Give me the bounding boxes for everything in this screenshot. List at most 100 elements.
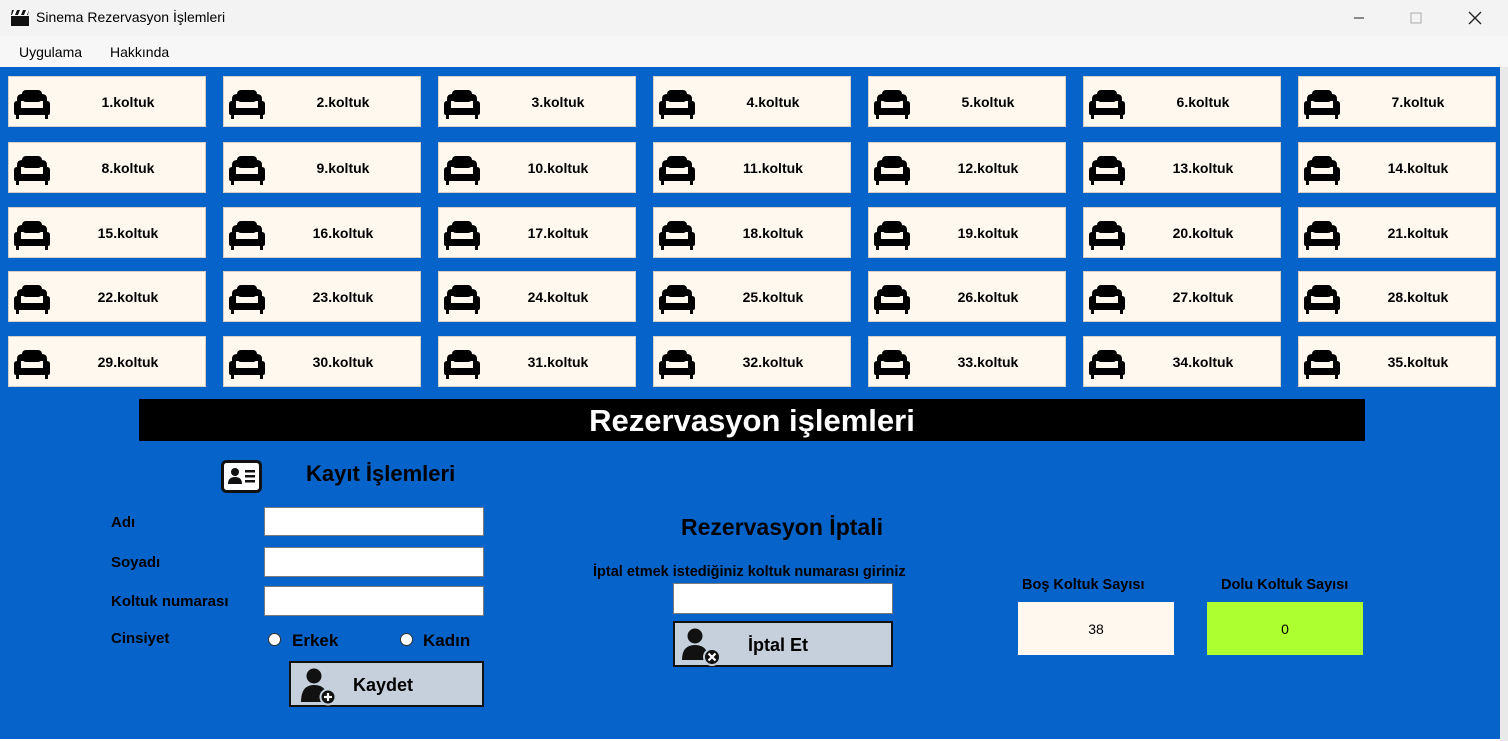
- iptal-prompt: İptal etmek istediğiniz koltuk numarası …: [593, 564, 906, 580]
- seat-button[interactable]: 16.koltuk: [223, 207, 421, 258]
- seat-button[interactable]: 28.koltuk: [1298, 271, 1496, 322]
- seat-button[interactable]: 34.koltuk: [1083, 336, 1281, 387]
- seat-label: 27.koltuk: [1172, 289, 1234, 305]
- armchair-icon: [229, 156, 265, 185]
- bos-koltuk-label: Boş Koltuk Sayısı: [1022, 577, 1145, 593]
- kaydet-button[interactable]: Kaydet: [289, 661, 484, 707]
- seat-label: 28.koltuk: [1387, 289, 1449, 305]
- soyad-field[interactable]: [264, 547, 484, 577]
- menu-hakkinda[interactable]: Hakkında: [110, 44, 169, 60]
- armchair-icon: [1089, 90, 1125, 119]
- armchair-icon: [874, 156, 910, 185]
- seat-label: 4.koltuk: [746, 94, 800, 110]
- seat-button[interactable]: 18.koltuk: [653, 207, 851, 258]
- maximize-button[interactable]: [1393, 0, 1439, 36]
- armchair-icon: [14, 350, 50, 379]
- armchair-icon: [1089, 156, 1125, 185]
- maximize-icon: [1410, 12, 1422, 24]
- erkek-radio[interactable]: [268, 633, 281, 646]
- seat-button[interactable]: 5.koltuk: [868, 76, 1066, 127]
- seat-button[interactable]: 13.koltuk: [1083, 142, 1281, 193]
- iptal-et-button[interactable]: İptal Et: [673, 621, 893, 667]
- minimize-button[interactable]: [1336, 0, 1382, 36]
- menu-uygulama[interactable]: Uygulama: [19, 44, 82, 60]
- iptal-koltuk-field[interactable]: [673, 583, 893, 614]
- seat-label: 10.koltuk: [527, 160, 589, 176]
- erkek-label[interactable]: Erkek: [292, 631, 338, 651]
- seat-label: 5.koltuk: [961, 94, 1015, 110]
- armchair-icon: [14, 156, 50, 185]
- armchair-icon: [1304, 285, 1340, 314]
- seat-button[interactable]: 29.koltuk: [8, 336, 206, 387]
- koltuk-numarasi-field[interactable]: [264, 586, 484, 616]
- seat-button[interactable]: 9.koltuk: [223, 142, 421, 193]
- seat-label: 23.koltuk: [312, 289, 374, 305]
- id-card-icon: [221, 460, 262, 493]
- seat-button[interactable]: 6.koltuk: [1083, 76, 1281, 127]
- seat-label: 14.koltuk: [1387, 160, 1449, 176]
- seat-button[interactable]: 24.koltuk: [438, 271, 636, 322]
- seat-button[interactable]: 32.koltuk: [653, 336, 851, 387]
- seat-label: 26.koltuk: [957, 289, 1019, 305]
- kadin-radio[interactable]: [400, 633, 413, 646]
- seat-button[interactable]: 12.koltuk: [868, 142, 1066, 193]
- dolu-koltuk-label: Dolu Koltuk Sayısı: [1221, 577, 1349, 593]
- armchair-icon: [874, 90, 910, 119]
- menu-bar: Uygulama Hakkında: [0, 36, 1508, 67]
- section-banner: Rezervasyon işlemleri: [139, 399, 1365, 441]
- clapperboard-icon: [11, 10, 29, 26]
- armchair-icon: [444, 350, 480, 379]
- seat-label: 11.koltuk: [743, 160, 803, 176]
- ad-label: Adı: [111, 514, 136, 531]
- seat-button[interactable]: 11.koltuk: [653, 142, 851, 193]
- armchair-icon: [1304, 221, 1340, 250]
- kayit-title: Kayıt İşlemleri: [306, 461, 456, 486]
- seat-button[interactable]: 21.koltuk: [1298, 207, 1496, 258]
- seat-label: 7.koltuk: [1391, 94, 1445, 110]
- armchair-icon: [444, 90, 480, 119]
- seat-label: 12.koltuk: [957, 160, 1019, 176]
- seat-button[interactable]: 30.koltuk: [223, 336, 421, 387]
- armchair-icon: [444, 285, 480, 314]
- soyad-label: Soyadı: [111, 554, 161, 571]
- seat-button[interactable]: 23.koltuk: [223, 271, 421, 322]
- seat-button[interactable]: 35.koltuk: [1298, 336, 1496, 387]
- seat-button[interactable]: 7.koltuk: [1298, 76, 1496, 127]
- seat-button[interactable]: 8.koltuk: [8, 142, 206, 193]
- armchair-icon: [1089, 221, 1125, 250]
- armchair-icon: [1304, 156, 1340, 185]
- seat-button[interactable]: 2.koltuk: [223, 76, 421, 127]
- seat-button[interactable]: 33.koltuk: [868, 336, 1066, 387]
- kadin-label[interactable]: Kadın: [423, 631, 470, 651]
- seat-button[interactable]: 15.koltuk: [8, 207, 206, 258]
- seat-button[interactable]: 10.koltuk: [438, 142, 636, 193]
- seat-label: 15.koltuk: [97, 225, 159, 241]
- seat-button[interactable]: 14.koltuk: [1298, 142, 1496, 193]
- seat-button[interactable]: 20.koltuk: [1083, 207, 1281, 258]
- seat-label: 30.koltuk: [312, 354, 374, 370]
- armchair-icon: [444, 221, 480, 250]
- armchair-icon: [874, 350, 910, 379]
- seat-label: 6.koltuk: [1176, 94, 1230, 110]
- seat-button[interactable]: 19.koltuk: [868, 207, 1066, 258]
- seat-button[interactable]: 25.koltuk: [653, 271, 851, 322]
- seat-button[interactable]: 22.koltuk: [8, 271, 206, 322]
- seat-label: 17.koltuk: [527, 225, 589, 241]
- seat-button[interactable]: 3.koltuk: [438, 76, 636, 127]
- ad-field[interactable]: [264, 507, 484, 536]
- seat-label: 32.koltuk: [742, 354, 804, 370]
- seat-label: 22.koltuk: [97, 289, 159, 305]
- armchair-icon: [229, 285, 265, 314]
- seat-button[interactable]: 31.koltuk: [438, 336, 636, 387]
- seat-button[interactable]: 26.koltuk: [868, 271, 1066, 322]
- minimize-icon: [1354, 17, 1364, 19]
- seat-button[interactable]: 4.koltuk: [653, 76, 851, 127]
- close-button[interactable]: [1452, 0, 1498, 36]
- armchair-icon: [1089, 350, 1125, 379]
- seat-button[interactable]: 27.koltuk: [1083, 271, 1281, 322]
- seat-label: 19.koltuk: [957, 225, 1019, 241]
- armchair-icon: [444, 156, 480, 185]
- seat-button[interactable]: 17.koltuk: [438, 207, 636, 258]
- armchair-icon: [14, 285, 50, 314]
- seat-button[interactable]: 1.koltuk: [8, 76, 206, 127]
